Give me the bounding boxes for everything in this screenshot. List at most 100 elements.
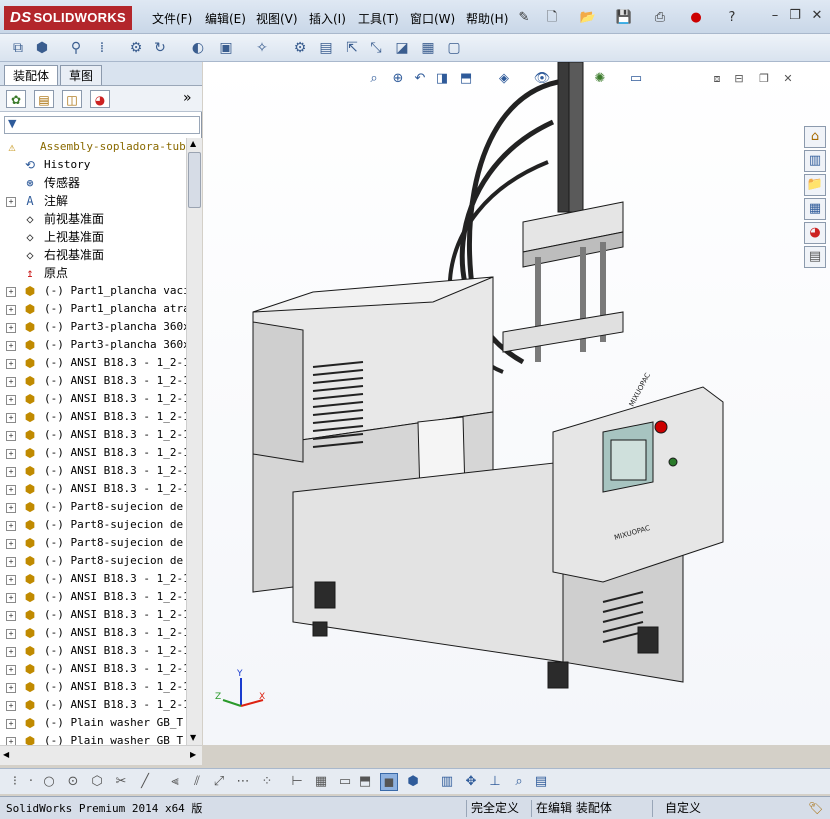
view-cube-icon[interactable]: ⬢	[404, 773, 422, 791]
pin-icon[interactable]: ✎	[514, 7, 534, 27]
new-motion-study-icon[interactable]: ⚙	[290, 38, 310, 58]
view-plane-icon[interactable]: ▭	[336, 773, 354, 791]
tree-vertical-scrollbar[interactable]: ▲ ▼	[186, 138, 202, 745]
instant3d-icon[interactable]: ▢	[444, 38, 464, 58]
tree-item[interactable]: + ⬢ (-) Part3-plancha 360x13	[0, 336, 186, 354]
expand-toggle-icon[interactable]: +	[6, 521, 16, 531]
smart-fasteners-icon[interactable]: ⚙	[126, 38, 146, 58]
configuration-manager-icon[interactable]: ◫	[62, 90, 82, 108]
tree-item[interactable]: ◇ 右视基准面	[0, 246, 186, 264]
expand-toggle-icon[interactable]: +	[6, 467, 16, 477]
expand-toggle-icon[interactable]: +	[6, 683, 16, 693]
bill-of-materials-icon[interactable]: ▤	[316, 38, 336, 58]
scroll-right-icon[interactable]: ▶	[190, 750, 196, 759]
insert-component-icon[interactable]: ⧉	[8, 38, 28, 58]
expand-toggle-icon[interactable]: +	[6, 359, 16, 369]
display-manager-icon[interactable]: ◕	[90, 90, 110, 108]
tree-item[interactable]: + ⬢ (-) Part8-sujecion de be	[0, 534, 186, 552]
tree-item[interactable]: + ⬢ (-) Part3-plancha 360x13	[0, 318, 186, 336]
assembly-model[interactable]: MIXUOPAC MIXUOPAC	[203, 62, 830, 745]
feature-manager-icon[interactable]: ✿	[6, 90, 26, 108]
tree-item[interactable]: + ⬢ (-) ANSI B18.3 - 1_2-13	[0, 462, 186, 480]
tree-item[interactable]: + ⬢ (-) Part1_plancha atraz<	[0, 300, 186, 318]
expand-toggle-icon[interactable]: +	[6, 287, 16, 297]
parts-icon[interactable]: ▥	[438, 773, 456, 791]
design-library-icon[interactable]: ▥	[804, 150, 826, 172]
menu-file[interactable]: 文件(F)	[152, 10, 192, 27]
tree-item[interactable]: + ⬢ (-) ANSI B18.3 - 1_2-13	[0, 426, 186, 444]
expand-toggle-icon[interactable]: +	[6, 557, 16, 567]
tab-assembly[interactable]: 装配体	[4, 65, 59, 85]
scroll-thumb[interactable]	[188, 152, 201, 208]
tree-item[interactable]: ⟲ History	[0, 156, 186, 174]
offset-icon[interactable]: ⫽	[188, 773, 206, 791]
expand-panel-icon[interactable]: »	[183, 90, 192, 106]
move-component-icon[interactable]: ↻	[150, 38, 170, 58]
show-hidden-icon[interactable]: ◐	[188, 38, 208, 58]
expand-toggle-icon[interactable]: +	[6, 449, 16, 459]
appearances-icon[interactable]: ◕	[804, 222, 826, 244]
tree-item[interactable]: + ⬢ (-) ANSI B18.3 - 1_2-13	[0, 660, 186, 678]
linear-pattern-icon[interactable]: ⁞	[92, 38, 112, 58]
save-icon[interactable]: 💾	[614, 7, 634, 27]
point-icon[interactable]: ·	[22, 773, 40, 791]
close-icon[interactable]: ✕	[808, 8, 826, 24]
solidworks-resources-icon[interactable]: ⌂	[804, 126, 826, 148]
status-custom-units[interactable]: 自定义	[652, 800, 762, 817]
expand-toggle-icon[interactable]: +	[6, 719, 16, 729]
scroll-up-icon[interactable]: ▲	[190, 139, 196, 148]
reference-geometry-icon[interactable]: ✧	[252, 38, 272, 58]
tree-item[interactable]: + ⬢ (-) Part8-sujecion de be	[0, 498, 186, 516]
expand-toggle-icon[interactable]: +	[6, 629, 16, 639]
help-icon[interactable]: ?	[722, 7, 742, 27]
restore-icon[interactable]: ❐	[786, 8, 804, 24]
sketch-pattern-icon[interactable]: ⁘	[258, 773, 276, 791]
search-icon[interactable]: ⌕	[510, 773, 528, 791]
tree-item[interactable]: + ⬢ (-) ANSI B18.3 - 1_2-13	[0, 642, 186, 660]
tree-item[interactable]: + ⬢ (-) ANSI B18.3 - 1_2-13	[0, 390, 186, 408]
tab-sketch[interactable]: 草图	[60, 65, 103, 85]
measure-icon[interactable]: ⊥	[486, 773, 504, 791]
clearance-verification-icon[interactable]: ▦	[418, 38, 438, 58]
custom-properties-icon[interactable]: ▤	[804, 246, 826, 268]
expand-toggle-icon[interactable]: +	[6, 323, 16, 333]
menu-insert[interactable]: 插入(I)	[309, 10, 346, 27]
tree-item[interactable]: + ⬢ (-) ANSI B18.3 - 1_2-13	[0, 606, 186, 624]
tree-item[interactable]: + ⬢ (-) Plain washer GB_T 97	[0, 732, 186, 745]
tree-horizontal-scrollbar[interactable]: ◀ ▶	[0, 745, 202, 765]
dimension-icon[interactable]: ⊢	[288, 773, 306, 791]
tree-item[interactable]: + ⬢ (-) ANSI B18.3 - 1_2-13	[0, 354, 186, 372]
new-document-icon[interactable]: 🗋	[542, 7, 562, 27]
tree-item[interactable]: + ⬢ (-) Part8-sujecion de be	[0, 552, 186, 570]
tree-item[interactable]: ◇ 上视基准面	[0, 228, 186, 246]
minimize-icon[interactable]: –	[766, 8, 784, 24]
circle-icon[interactable]: ○	[40, 773, 58, 791]
menu-window[interactable]: 窗口(W)	[410, 10, 455, 27]
tree-filter[interactable]: ▼	[4, 116, 200, 134]
expand-toggle-icon[interactable]: +	[6, 647, 16, 657]
expand-toggle-icon[interactable]: +	[6, 539, 16, 549]
tree-item[interactable]: + ⬢ (-) Plain washer GB_T 97	[0, 714, 186, 732]
mate-icon[interactable]: ⚲	[66, 38, 86, 58]
menu-help[interactable]: 帮助(H)	[466, 10, 508, 27]
expand-toggle-icon[interactable]: +	[6, 575, 16, 585]
tree-item[interactable]: + ⬢ (-) ANSI B18.3 - 1_2-13	[0, 678, 186, 696]
scroll-left-icon[interactable]: ◀	[3, 750, 9, 759]
expand-toggle-icon[interactable]: +	[6, 485, 16, 495]
tree-item[interactable]: + ⬢ (-) Part1_plancha vacio<	[0, 282, 186, 300]
grid-icon[interactable]: ▦	[312, 773, 330, 791]
expand-toggle-icon[interactable]: +	[6, 395, 16, 405]
expand-toggle-icon[interactable]: +	[6, 197, 16, 207]
expand-toggle-icon[interactable]: +	[6, 503, 16, 513]
mirror-icon[interactable]: ⫷	[166, 773, 184, 791]
explode-line-sketch-icon[interactable]: ⤡	[366, 38, 386, 58]
property-manager-icon[interactable]: ▤	[34, 90, 54, 108]
scroll-down-icon[interactable]: ▼	[190, 733, 196, 742]
expand-toggle-icon[interactable]: +	[6, 593, 16, 603]
expand-toggle-icon[interactable]: +	[6, 413, 16, 423]
tree-item[interactable]: + ⬢ (-) ANSI B18.3 - 1_2-13	[0, 588, 186, 606]
move-icon[interactable]: ✥	[462, 773, 480, 791]
menu-edit[interactable]: 编辑(E)	[205, 10, 246, 27]
tree-item[interactable]: + ⬢ (-) Part8-sujecion de be	[0, 516, 186, 534]
tree-item[interactable]: + ⬢ (-) ANSI B18.3 - 1_2-13	[0, 696, 186, 714]
